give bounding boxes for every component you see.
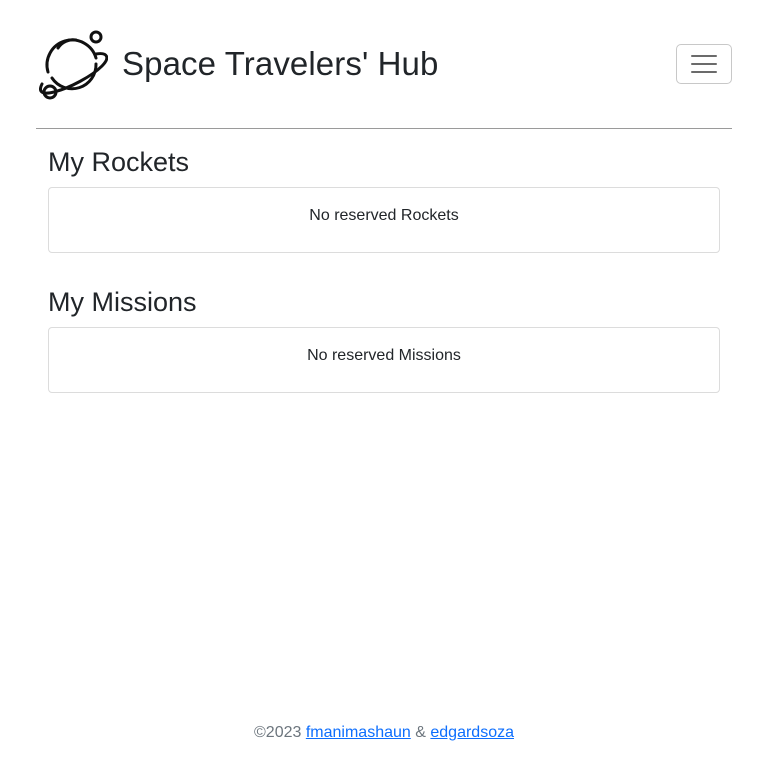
rockets-empty-text: No reserved Rockets: [309, 207, 459, 224]
footer-author-link-2[interactable]: edgardsoza: [430, 724, 514, 741]
footer-author-link-1[interactable]: fmanimashaun: [306, 724, 411, 741]
planet-icon: [39, 30, 108, 100]
footer-separator: &: [415, 724, 426, 741]
missions-empty-text: No reserved Missions: [307, 347, 461, 364]
site-footer: ©2023 fmanimashaun & edgardsoza: [0, 724, 768, 742]
footer-copyright: ©2023: [254, 724, 302, 741]
brand-link[interactable]: Space Travelers' Hub: [36, 28, 438, 100]
my-missions-section: My Missions No reserved Missions: [48, 286, 720, 393]
page: Space Travelers' Hub My Rockets No reser…: [0, 0, 768, 770]
my-rockets-title: My Rockets: [48, 147, 190, 177]
missions-empty-card: No reserved Missions: [48, 327, 720, 393]
menu-toggle-button[interactable]: [676, 44, 732, 84]
my-missions-title: My Missions: [48, 287, 197, 317]
site-title: Space Travelers' Hub: [122, 45, 439, 82]
rockets-empty-card: No reserved Rockets: [48, 187, 720, 253]
site-header: Space Travelers' Hub: [36, 0, 732, 129]
hamburger-menu-icon: [691, 55, 717, 73]
my-rockets-section: My Rockets No reserved Rockets: [48, 146, 720, 253]
